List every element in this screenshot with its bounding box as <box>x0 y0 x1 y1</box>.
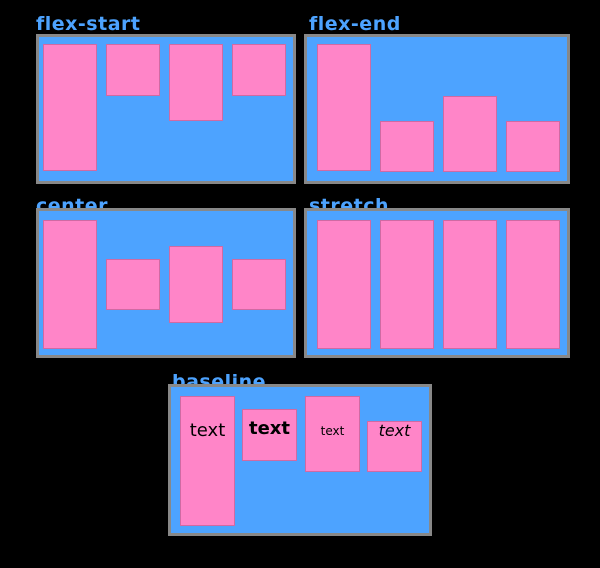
center-container <box>36 208 296 358</box>
center-item-1 <box>43 220 97 349</box>
flex-start-item-3 <box>169 44 223 121</box>
panel-title-flex-start: flex-start <box>36 13 141 35</box>
baseline-item-4: text <box>367 421 422 472</box>
flex-start-item-4 <box>232 44 286 96</box>
flex-start-container <box>36 34 296 184</box>
stretch-container <box>304 208 570 358</box>
stretch-item-3 <box>443 220 497 349</box>
flex-start-item-1 <box>43 44 97 171</box>
flex-end-item-2 <box>380 121 434 172</box>
center-item-3 <box>169 246 223 323</box>
flex-start-item-2 <box>106 44 160 96</box>
baseline-item-4-text: text <box>378 421 411 440</box>
panel-title-flex-end: flex-end <box>309 13 401 35</box>
flex-end-item-4 <box>506 121 560 172</box>
baseline-item-1-text: text <box>189 420 226 441</box>
flex-end-container <box>304 34 570 184</box>
baseline-item-3-text: text <box>320 424 345 438</box>
baseline-item-1: text <box>180 396 235 526</box>
baseline-item-3: text <box>305 396 360 472</box>
flex-end-item-3 <box>443 96 497 172</box>
stretch-item-2 <box>380 220 434 349</box>
stretch-item-1 <box>317 220 371 349</box>
baseline-item-2: text <box>242 409 297 461</box>
center-item-4 <box>232 259 286 310</box>
baseline-container: text text text text <box>168 384 432 536</box>
baseline-item-2-text: text <box>248 418 291 439</box>
center-item-2 <box>106 259 160 310</box>
flex-end-item-1 <box>317 44 371 171</box>
stretch-item-4 <box>506 220 560 349</box>
